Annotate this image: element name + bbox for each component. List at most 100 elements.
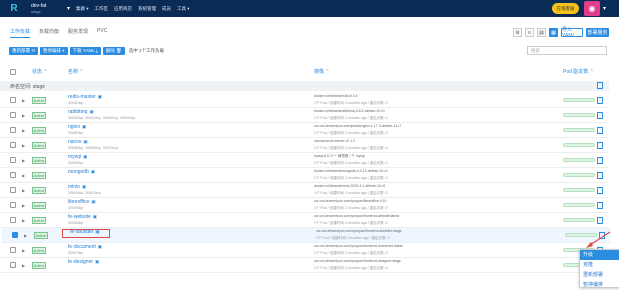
workload-name[interactable]: fe-sbuilder [70,229,93,235]
row-checkbox[interactable] [10,127,16,133]
workload-name-link[interactable]: fe-document▣ [68,244,102,250]
context-menu-item[interactable]: 克隆 [580,260,619,270]
workload-name[interactable]: libreoffice [68,199,89,205]
row-menu-icon[interactable]: ⋮ [599,232,605,239]
row-menu-icon[interactable]: ⋮ [597,127,603,134]
workload-name-link[interactable]: nacos▣ [68,139,88,145]
tab-2[interactable]: 服务发现 [68,28,88,38]
import-yaml-button[interactable]: 导入 YAML [561,28,583,37]
expand-arrow-icon[interactable]: ▶ [22,203,25,208]
deploy-button[interactable]: 部署服务 [586,28,609,37]
workload-name[interactable]: rabbitmq [68,109,87,115]
header-state[interactable]: 状态 ⌃ [32,68,48,75]
row-checkbox[interactable] [10,172,16,178]
expand-arrow-icon[interactable]: ▶ [22,98,25,103]
tab-1[interactable]: 负载均衡 [39,28,59,38]
table-row[interactable]: ▶Activefe-website▣30008/tcpccr.ccs.tence… [0,213,609,228]
top-menu-item[interactable]: 系统管理 [138,6,156,12]
workload-name[interactable]: fe-website [68,214,91,220]
workload-ports[interactable]: 30306/tcp [68,161,83,165]
workload-name-link[interactable]: libreoffice▣ [68,199,96,205]
workload-name[interactable]: redis-master [68,94,96,100]
workload-name[interactable]: nginx [68,124,80,130]
workload-name[interactable]: fe-document [68,244,96,250]
workload-name-link[interactable]: fe-sbuilder▣ [70,229,100,235]
row-checkbox[interactable] [10,217,16,223]
select-all-checkbox[interactable] [10,69,16,75]
row-checkbox[interactable] [10,112,16,118]
row-checkbox[interactable] [12,232,18,238]
expand-arrow-icon[interactable]: ▶ [22,143,25,148]
table-row[interactable]: ▶Activemongodb▣docker.io/bitnami/mongodb… [0,168,609,183]
workload-name[interactable]: nacos [68,139,81,145]
workload-ports[interactable]: 30041/tcp [68,101,83,105]
table-row[interactable]: ▶Activeredis-master▣30041/tcpdocker.io/b… [0,93,609,108]
workload-name-link[interactable]: rabbitmq▣ [68,109,94,115]
namespace-selector[interactable]: dev-fat stage [31,3,71,15]
pause-button[interactable]: 暂停编排 ⏸ [40,47,68,55]
row-checkbox[interactable] [10,142,16,148]
row-menu-icon[interactable]: ⋮ [597,97,603,104]
row-checkbox[interactable] [10,97,16,103]
top-menu-item[interactable]: 应用商店 [114,6,132,12]
row-menu-icon[interactable]: ⋮ [597,187,603,194]
table-row[interactable]: ▶Activefe-document▣30007/tcpccr.ccs.tenc… [0,243,609,258]
top-menu-item[interactable]: 成员 [162,6,171,12]
expand-arrow-icon[interactable]: ▶ [22,218,25,223]
row-menu-icon[interactable]: ⋮ [597,172,603,179]
context-menu-item[interactable]: 重新部署 [580,270,619,280]
row-menu-icon[interactable]: ⋮ [597,202,603,209]
row-menu-icon[interactable]: ⋮ [597,142,603,149]
top-menu-item[interactable]: 集群 ▾ [76,6,89,12]
download-yaml-button[interactable]: 下载 YAML ⤓ [70,47,101,55]
row-checkbox[interactable] [10,157,16,163]
workload-ports[interactable]: 30040/tcp, 30441/tcp, 30461/tcp, 30691/t… [68,116,135,120]
table-row[interactable]: ▶Activeminio▣30900/tcp, 30901/tcpdocker.… [0,183,609,198]
table-row[interactable]: ▶Activefe-designer▣ccr.ccs.tencentyun.co… [0,258,609,273]
context-menu-item[interactable]: 升级✎ [580,250,619,260]
table-row[interactable]: ▶Activenacos▣30848/tcp, 30849/tcp, 30970… [0,138,609,153]
table-row[interactable]: ▶Activelibreoffice▣30009/tcpccr.ccs.tenc… [0,198,609,213]
header-name[interactable]: 名称 ⌃ [68,68,84,75]
expand-arrow-icon[interactable]: ▶ [24,233,27,238]
workload-name-link[interactable]: nginx▣ [68,124,86,130]
expand-arrow-icon[interactable]: ▶ [22,113,25,118]
workload-name[interactable]: mysql [68,154,81,160]
workload-name-link[interactable]: fe-designer▣ [68,259,99,265]
workload-ports[interactable]: 30848/tcp, 30849/tcp, 30970/tcp [68,146,118,150]
expand-arrow-icon[interactable]: ▶ [22,158,25,163]
workload-name-link[interactable]: mongodb▣ [68,169,95,175]
table-row[interactable]: ▶Activefe-sbuilder▣ccr.ccs.tencentyun.co… [2,228,611,243]
row-menu-icon[interactable]: ⋮ [597,217,603,224]
workload-name-link[interactable]: fe-website▣ [68,214,97,220]
table-row[interactable]: ▶Activenginx▣30080/tcpccr.ccs.tencentyun… [0,123,609,138]
row-checkbox[interactable] [10,262,16,268]
expand-arrow-icon[interactable]: ▶ [22,263,25,268]
workload-ports[interactable]: 30008/tcp [68,221,83,225]
table-row[interactable]: ▶Activerabbitmq▣30040/tcp, 30441/tcp, 30… [0,108,609,123]
row-checkbox[interactable] [10,202,16,208]
workload-name-link[interactable]: redis-master▣ [68,94,102,100]
top-menu-item[interactable]: 工作区 [95,6,109,12]
workload-ports[interactable]: 30009/tcp [68,206,83,210]
workload-ports[interactable]: 30900/tcp, 30901/tcp [68,191,101,195]
list-view-icon[interactable]: ≡ [525,28,534,37]
header-image[interactable]: 镜像 ⌃ [314,68,330,75]
help-button[interactable]: 在线客服 [552,3,579,14]
workload-name[interactable]: mongodb [68,169,89,175]
expand-arrow-icon[interactable]: ▶ [22,248,25,253]
search-input[interactable]: 搜索 [527,46,607,55]
workload-name[interactable]: fe-designer [68,259,93,265]
workload-ports[interactable]: 30007/tcp [68,251,83,255]
workload-name-link[interactable]: mysql▣ [68,154,87,160]
delete-button[interactable]: 删除 🗑 [103,47,125,55]
group-menu-icon[interactable]: ⋮ [597,82,603,89]
rancher-logo-icon[interactable]: R [0,0,28,17]
row-menu-icon[interactable]: ⋮ [597,157,603,164]
expand-arrow-icon[interactable]: ▶ [22,173,25,178]
user-avatar-icon[interactable]: ◉ [584,1,600,16]
top-menu-item[interactable]: 工具 ▾ [177,6,190,12]
row-checkbox[interactable] [10,247,16,253]
chevron-down-icon[interactable]: ▾ [603,5,606,12]
tab-3[interactable]: PVC [97,28,107,38]
